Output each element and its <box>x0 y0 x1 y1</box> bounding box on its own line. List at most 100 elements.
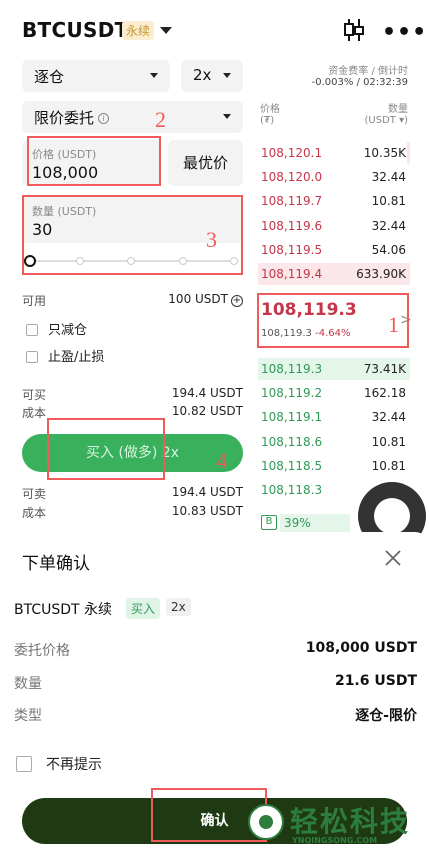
order-qty-row: 数量 21.6 USDT <box>14 673 417 693</box>
annotation-box-4 <box>47 418 165 480</box>
watermark-url: YNQINGSONG.COM <box>292 836 378 845</box>
candlestick-chart-icon[interactable] <box>343 18 365 42</box>
can-buy-row: 可买 194.4 USDT <box>22 386 243 403</box>
cost-label: 成本 <box>22 506 47 520</box>
chevron-down-icon <box>223 73 231 78</box>
ask-size: 10.35K <box>363 146 406 160</box>
watermark-text: 轻松科技 <box>290 805 411 838</box>
order-price-row: 委托价格 108,000 USDT <box>14 640 417 660</box>
funding-label: 资金费率 / 倒计时 <box>328 66 408 77</box>
order-price-value: 108,000 USDT <box>305 640 417 656</box>
can-sell-value: 194.4 USDT <box>171 485 243 499</box>
margin-mode-value: 逐仓 <box>34 68 65 86</box>
ask-row[interactable]: 108,119.6 32.44 <box>258 215 410 237</box>
tpsl-checkbox[interactable]: 止盈/止损 <box>26 346 104 365</box>
ask-size: 32.44 <box>371 170 406 185</box>
ask-size: 10.81 <box>371 194 406 209</box>
bid-row[interactable]: 108,119.2 162.18 <box>258 382 410 404</box>
price-header: 价格 <box>260 104 280 115</box>
bid-price: 108,118.5 <box>261 458 323 473</box>
qty-unit-select[interactable]: (USDT ▾) <box>365 115 408 126</box>
sheet-pair: BTCUSDT 永续 <box>14 602 113 618</box>
info-icon[interactable]: i <box>98 113 110 124</box>
can-sell-row: 可卖 194.4 USDT <box>22 485 243 502</box>
annotation-number-2: 2 <box>155 107 166 132</box>
annotation-box-1 <box>257 293 409 348</box>
funding-value: -0.003% / 02:32:39 <box>311 77 408 88</box>
order-type-label: 类型 <box>14 708 42 724</box>
reduce-only-checkbox[interactable]: 只减仓 <box>26 319 87 338</box>
leverage-value: 2x <box>193 66 212 84</box>
ask-price: 108,120.0 <box>261 170 323 185</box>
checkbox-icon[interactable] <box>26 324 38 336</box>
annotation-number-1: 1 <box>388 312 399 337</box>
order-type-select[interactable]: 限价委托 i <box>22 101 243 133</box>
annotation-number-4: 4 <box>216 448 227 473</box>
bid-row[interactable]: 108,118.5 10.81 <box>258 455 410 477</box>
reduce-only-label: 只减仓 <box>48 323 88 338</box>
can-sell-label: 可卖 <box>22 487 47 501</box>
order-qty-value: 21.6 USDT <box>334 673 417 689</box>
order-type-row: 类型 逐仓-限价 <box>14 705 417 725</box>
cost-sell-value: 10.83 USDT <box>171 504 243 518</box>
ask-size: 54.06 <box>371 242 406 257</box>
chevron-down-icon[interactable] <box>160 27 172 34</box>
annotation-number-3: 3 <box>206 227 217 252</box>
bid-row[interactable]: 108,118.6 10.81 <box>258 431 410 453</box>
best-price-button[interactable]: 最优价 <box>168 140 243 186</box>
add-funds-icon[interactable]: + <box>231 295 243 307</box>
ask-row[interactable]: 108,120.0 32.44 <box>258 166 410 188</box>
more-options-icon[interactable]: ••• <box>382 20 427 45</box>
bid-size: 162.18 <box>364 386 406 401</box>
cost-buy-value: 10.82 USDT <box>171 404 243 418</box>
watermark: 轻松科技 YNQINGSONG.COM <box>244 800 429 850</box>
dont-remind-checkbox[interactable]: 不再提示 <box>16 754 102 774</box>
perpetual-badge: 永续 <box>122 21 155 40</box>
leverage-select[interactable]: 2x <box>181 60 243 92</box>
bid-size: 10.81 <box>371 434 406 449</box>
ask-row[interactable]: 108,119.7 10.81 <box>258 190 410 212</box>
margin-mode-select[interactable]: 逐仓 <box>22 60 170 92</box>
dont-remind-label: 不再提示 <box>46 757 102 773</box>
side-tag: 买入 <box>126 598 161 619</box>
available-row: 可用 100 USDT + <box>22 292 243 309</box>
checkbox-icon[interactable] <box>26 351 38 363</box>
ask-row[interactable]: 108,119.5 54.06 <box>258 239 410 261</box>
ask-price: 108,120.1 <box>261 146 323 160</box>
bid-price: 108,118.3 <box>261 483 323 497</box>
bid-price: 108,119.2 <box>261 386 323 401</box>
can-buy-label: 可买 <box>22 388 47 402</box>
cost-sell-row: 成本 10.83 USDT <box>22 504 243 521</box>
available-label: 可用 <box>22 294 47 308</box>
ratio-buy-pct: 39% <box>284 516 311 530</box>
ask-size: 32.44 <box>371 218 406 233</box>
bid-row[interactable]: 108,119.3 73.41K <box>258 358 410 380</box>
leverage-tag: 2x <box>166 598 191 616</box>
ask-row[interactable]: 108,120.1 10.35K <box>258 142 410 164</box>
ratio-buy-badge: B <box>261 515 277 530</box>
bid-size: 32.44 <box>371 410 406 425</box>
checkbox-icon[interactable] <box>16 756 32 772</box>
orderbook-header: 价格 数量 <box>260 100 408 115</box>
bid-size: 73.41K <box>363 362 406 376</box>
order-price-label: 委托价格 <box>14 643 70 659</box>
qty-header: 数量 <box>388 104 408 115</box>
watermark-logo-icon <box>248 804 284 840</box>
header-bar: BTCUSDT 永续 ••• <box>0 0 429 60</box>
bid-size: 10.81 <box>371 458 406 473</box>
close-icon[interactable] <box>384 549 402 567</box>
bid-price: 108,118.6 <box>261 434 323 449</box>
ask-price: 108,119.6 <box>261 218 323 233</box>
ask-depth-bar <box>406 142 410 164</box>
tpsl-label: 止盈/止损 <box>48 350 105 365</box>
bid-row[interactable]: 108,119.1 32.44 <box>258 406 410 428</box>
pair-title[interactable]: BTCUSDT <box>22 18 129 42</box>
order-qty-label: 数量 <box>14 676 42 692</box>
price-unit: (₮) <box>260 115 275 126</box>
ask-price: 108,119.7 <box>261 194 323 209</box>
orderbook-units: (₮) (USDT ▾) <box>260 115 408 126</box>
ask-price: 108,119.4 <box>261 267 323 281</box>
chevron-down-icon <box>150 73 158 78</box>
ask-row[interactable]: 108,119.4 633.90K <box>258 263 410 285</box>
can-buy-value: 194.4 USDT <box>171 386 243 400</box>
